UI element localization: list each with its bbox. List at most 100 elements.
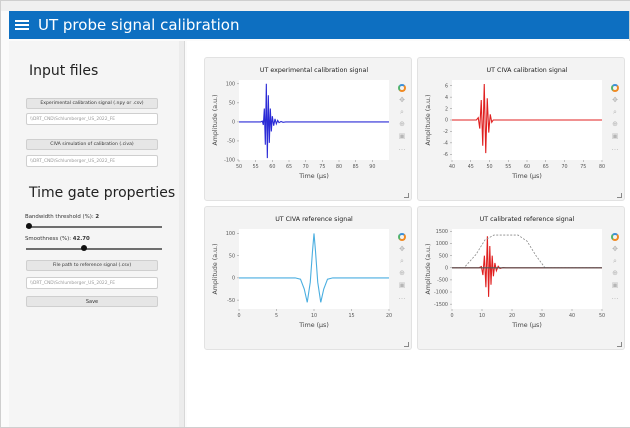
wheel-zoom-icon[interactable]: ⊕ [611, 269, 619, 277]
reference-signal-button[interactable]: File path to reference signal (.csv) [26, 260, 158, 271]
plot-logo-icon[interactable] [398, 233, 406, 241]
smoothness-value: 42.70 [72, 236, 90, 242]
save-icon[interactable]: ▣ [398, 281, 406, 289]
plot-toolbar: ✥ ⌕ ⊕ ▣ … [397, 233, 407, 313]
x-tick-label: 55 [505, 164, 511, 170]
x-tick-label: 70 [561, 164, 567, 170]
x-tick-label: 85 [353, 164, 359, 170]
y-tick-label: 0 [232, 276, 235, 282]
reset-icon[interactable]: … [611, 144, 619, 152]
x-tick-label: 20 [386, 313, 392, 319]
x-tick-label: 50 [236, 164, 242, 170]
bandwidth-threshold-slider-handle[interactable] [25, 223, 32, 229]
save-button[interactable]: Save [26, 296, 158, 307]
y-tick-label: -1000 [434, 290, 448, 296]
time-gate-heading: Time gate properties [29, 185, 176, 201]
window-top-band [1, 1, 630, 11]
y-axis-label: Amplitude (a.u.) [425, 94, 432, 145]
chart-title: UT experimental calibration signal [260, 67, 368, 74]
wheel-zoom-icon[interactable]: ⊕ [611, 120, 619, 128]
y-tick-label: -4 [443, 141, 448, 147]
smoothness-text: Smoothness (%): [25, 236, 72, 242]
chart-experimental-signal[interactable]: UT experimental calibration signal Time (… [205, 58, 413, 202]
chart-civa-reference[interactable]: UT CIVA reference signal Time (µs) Amplitu… [205, 207, 413, 351]
smoothness-slider-handle[interactable] [81, 245, 88, 251]
pan-icon[interactable]: ✥ [398, 245, 406, 253]
y-tick-label: 2 [445, 106, 448, 112]
plot-area [239, 229, 389, 309]
plot-logo-icon[interactable] [611, 84, 619, 92]
civa-simulation-path-input[interactable]: \\DRT_CND\Schlumberger_US_2022_FE [26, 155, 158, 167]
resize-handle-icon[interactable] [404, 193, 409, 198]
reset-icon[interactable]: … [611, 293, 619, 301]
resize-handle-icon[interactable] [617, 193, 622, 198]
reset-icon[interactable]: … [398, 144, 406, 152]
x-tick-label: 75 [580, 164, 586, 170]
chart-calibrated-reference[interactable]: UT calibrated reference signal Time (µs) A… [418, 207, 626, 351]
y-tick-label: 1500 [436, 229, 448, 235]
x-tick-label: 60 [269, 164, 275, 170]
panel-civa-calibration: UT CIVA calibration signal Time (µs) Ampli… [417, 57, 625, 201]
y-axis-label: Amplitude (a.u.) [425, 243, 432, 294]
pan-icon[interactable]: ✥ [611, 245, 619, 253]
y-tick-label: 4 [445, 95, 448, 101]
save-icon[interactable]: ▣ [611, 132, 619, 140]
x-axis-label: Time (µs) [511, 322, 542, 329]
y-tick-label: -1500 [434, 302, 448, 308]
plot-logo-icon[interactable] [611, 233, 619, 241]
civa-simulation-button[interactable]: CIVA simulation of calibration (.civa) [26, 139, 158, 150]
x-tick-label: 0 [450, 313, 453, 319]
main-content: UT experimental calibration signal Time (… [187, 41, 630, 427]
plot-toolbar: ✥ ⌕ ⊕ ▣ … [610, 233, 620, 313]
x-tick-label: 20 [509, 313, 515, 319]
smoothness-slider[interactable] [26, 248, 162, 250]
zoom-icon[interactable]: ⌕ [398, 257, 406, 265]
y-tick-label: 50 [229, 253, 235, 259]
bandwidth-threshold-slider[interactable] [26, 226, 162, 228]
experimental-signal-button[interactable]: Experimental calibration signal (.npy or… [26, 98, 158, 109]
chart-title: UT CIVA calibration signal [487, 67, 568, 74]
x-axis-label: Time (µs) [298, 173, 329, 180]
y-axis-label: Amplitude (a.u.) [212, 243, 219, 294]
plot-toolbar: ✥ ⌕ ⊕ ▣ … [610, 84, 620, 164]
wheel-zoom-icon[interactable]: ⊕ [398, 269, 406, 277]
resize-handle-icon[interactable] [404, 342, 409, 347]
sidebar-scrollbar[interactable] [179, 41, 184, 427]
x-tick-label: 90 [369, 164, 375, 170]
y-tick-label: 500 [439, 253, 448, 259]
y-tick-label: -2 [443, 129, 448, 135]
x-tick-label: 15 [348, 313, 354, 319]
x-tick-label: 5 [275, 313, 278, 319]
y-tick-label: 100 [226, 82, 235, 88]
pan-icon[interactable]: ✥ [398, 96, 406, 104]
x-tick-label: 80 [336, 164, 342, 170]
plot-logo-icon[interactable] [398, 84, 406, 92]
app-title: UT probe signal calibration [38, 16, 240, 34]
hamburger-menu-icon[interactable] [15, 18, 29, 32]
y-tick-label: -500 [437, 278, 448, 284]
resize-handle-icon[interactable] [617, 342, 622, 347]
experimental-signal-path-input[interactable]: \\DRT_CND\Schlumberger_US_2022_FE [26, 113, 158, 125]
x-tick-label: 40 [449, 164, 455, 170]
y-tick-label: 50 [229, 101, 235, 107]
pan-icon[interactable]: ✥ [611, 96, 619, 104]
input-files-heading: Input files [29, 63, 99, 79]
x-axis-label: Time (µs) [298, 322, 329, 329]
bandwidth-threshold-text: Bandwidth threshold (%): [25, 214, 94, 220]
x-tick-label: 80 [599, 164, 605, 170]
reset-icon[interactable]: … [398, 293, 406, 301]
chart-title: UT CIVA reference signal [275, 216, 353, 223]
save-icon[interactable]: ▣ [398, 132, 406, 140]
zoom-icon[interactable]: ⌕ [611, 257, 619, 265]
zoom-icon[interactable]: ⌕ [611, 108, 619, 116]
wheel-zoom-icon[interactable]: ⊕ [398, 120, 406, 128]
chart-civa-calibration[interactable]: UT CIVA calibration signal Time (µs) Ampli… [418, 58, 626, 202]
x-axis-label: Time (µs) [511, 173, 542, 180]
reference-signal-path-input[interactable]: \\DRT_CND\Schlumberger_US_2022_FE [26, 277, 158, 289]
save-icon[interactable]: ▣ [611, 281, 619, 289]
y-tick-label: -6 [443, 152, 448, 158]
y-tick-label: 6 [445, 83, 448, 89]
zoom-icon[interactable]: ⌕ [398, 108, 406, 116]
y-tick-label: 0 [445, 118, 448, 124]
chart-title: UT calibrated reference signal [480, 216, 575, 223]
